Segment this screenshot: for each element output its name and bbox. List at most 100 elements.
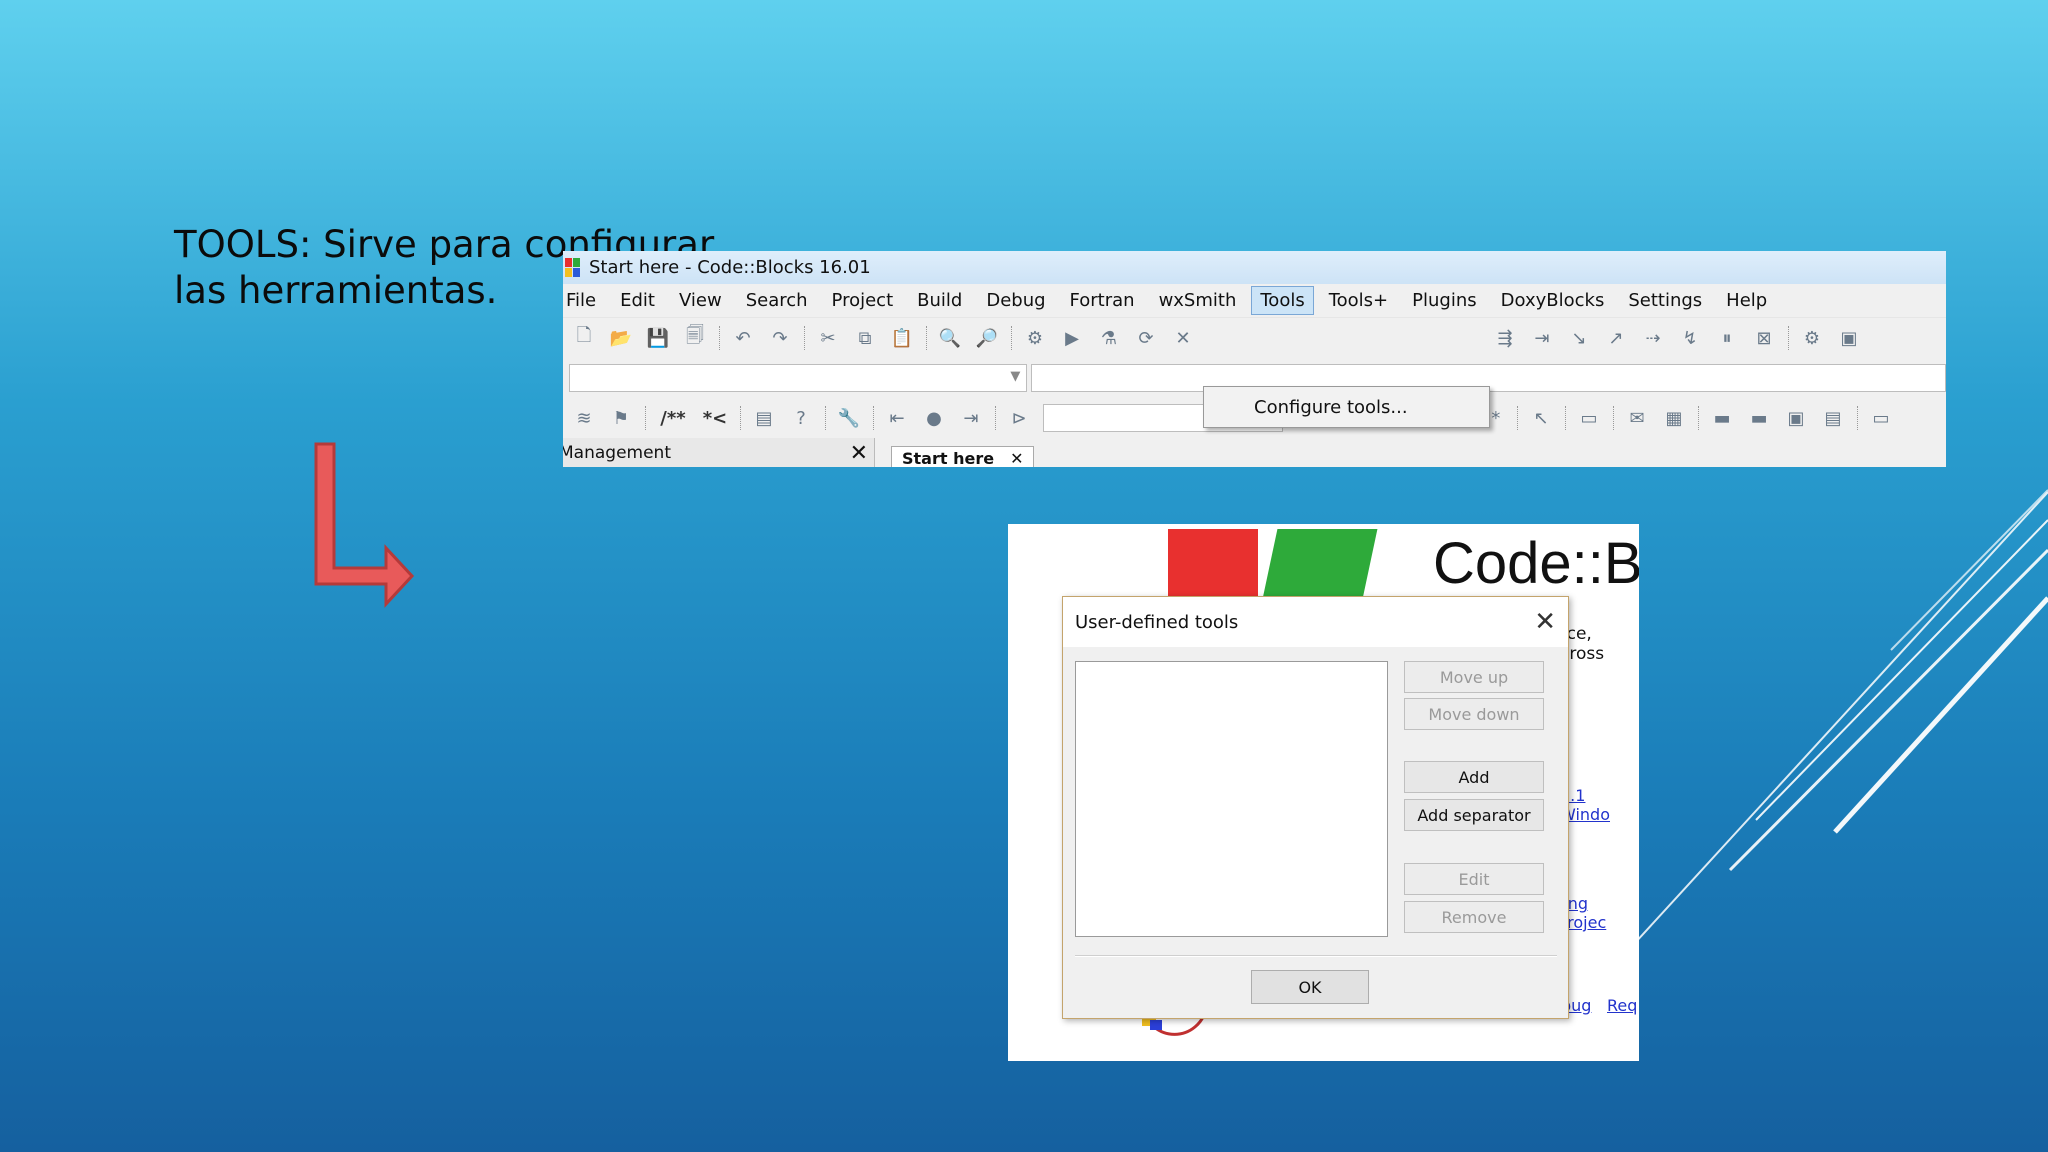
toolbar-separator bbox=[873, 406, 875, 430]
menu-settings[interactable]: Settings bbox=[1619, 286, 1711, 315]
wrench-icon[interactable]: 🔧 bbox=[836, 406, 862, 430]
tool-list[interactable] bbox=[1075, 661, 1388, 937]
toolbar-separator bbox=[1565, 406, 1567, 430]
user-defined-tools-screenshot: Code::B rce, cross 7.1 Windo ting projec… bbox=[1008, 524, 1639, 1061]
abort-icon[interactable]: ✕ bbox=[1170, 326, 1196, 350]
paste-icon[interactable]: 📋 bbox=[889, 326, 915, 350]
copy-icon[interactable]: ⧉ bbox=[852, 326, 878, 350]
doxy-line-comment-button[interactable]: *< bbox=[701, 406, 729, 430]
close-icon[interactable]: ✕ bbox=[1534, 609, 1556, 635]
dialog-titlebar: User-defined tools ✕ bbox=[1063, 597, 1568, 647]
debug-step-in-icon[interactable]: ↘ bbox=[1566, 326, 1592, 350]
menu-edit[interactable]: Edit bbox=[611, 286, 664, 315]
pointer-arrow-icon bbox=[314, 442, 415, 608]
menu-bar: File Edit View Search Project Build Debu… bbox=[563, 284, 1946, 318]
menu-build[interactable]: Build bbox=[908, 286, 971, 315]
menu-fortran[interactable]: Fortran bbox=[1061, 286, 1144, 315]
menu-file[interactable]: File bbox=[563, 286, 605, 315]
configure-tools-menu-item[interactable]: Configure tools... bbox=[1254, 397, 1408, 418]
window-titlebar: Start here - Code::Blocks 16.01 bbox=[563, 251, 1946, 284]
build-run-icon[interactable]: ⚗ bbox=[1096, 326, 1122, 350]
run-icon[interactable]: ▶ bbox=[1059, 326, 1085, 350]
menu-project[interactable]: Project bbox=[823, 286, 903, 315]
debug-info-icon[interactable]: ▣ bbox=[1836, 326, 1862, 350]
new-file-icon[interactable]: 🗋 bbox=[571, 325, 597, 350]
layout-icon-1[interactable]: ▬ bbox=[1709, 406, 1735, 430]
layout-icon-4[interactable]: ▤ bbox=[1820, 406, 1846, 430]
scope-combo[interactable]: ▼ bbox=[569, 364, 1028, 392]
debug-break-icon[interactable]: ↯ bbox=[1677, 326, 1703, 350]
start-page-link[interactable]: ting projec bbox=[1557, 894, 1639, 932]
debug-step-icon[interactable]: ⇶ bbox=[1492, 326, 1518, 350]
layout-icon-3[interactable]: ▣ bbox=[1783, 406, 1809, 430]
ok-button[interactable]: OK bbox=[1251, 970, 1369, 1004]
open-folder-icon[interactable]: 📂 bbox=[608, 326, 634, 350]
menu-tools[interactable]: Tools bbox=[1251, 286, 1314, 315]
menu-doxyblocks[interactable]: DoxyBlocks bbox=[1492, 286, 1614, 315]
start-page-link[interactable]: Req bbox=[1607, 996, 1637, 1015]
panel-icon[interactable]: ▭ bbox=[1576, 406, 1602, 430]
rebuild-icon[interactable]: ⟳ bbox=[1133, 326, 1159, 350]
layout-icon-2[interactable]: ▬ bbox=[1746, 406, 1772, 430]
start-page-link[interactable]: 7.1 Windo bbox=[1560, 786, 1639, 824]
close-icon[interactable]: ✕ bbox=[850, 441, 868, 466]
help-icon[interactable]: ? bbox=[788, 406, 814, 430]
move-up-button[interactable]: Move up bbox=[1404, 661, 1544, 693]
cut-icon[interactable]: ✂ bbox=[815, 326, 841, 350]
menu-tools-plus[interactable]: Tools+ bbox=[1320, 286, 1397, 315]
tab-start-here[interactable]: Start here ✕ bbox=[891, 446, 1035, 467]
save-icon[interactable]: 💾 bbox=[645, 326, 671, 350]
codeblocks-logo-red bbox=[1168, 529, 1258, 599]
menu-search[interactable]: Search bbox=[737, 286, 817, 315]
panel-headers: Management ✕ Start here ✕ bbox=[563, 438, 1946, 467]
chevron-down-icon: ▼ bbox=[1010, 369, 1021, 384]
stack-icon[interactable]: ≋ bbox=[571, 406, 597, 430]
toolbar-separator bbox=[1857, 406, 1859, 430]
jump-dot-icon[interactable]: ● bbox=[921, 406, 947, 430]
debug-next-icon[interactable]: ⇥ bbox=[1529, 326, 1555, 350]
codeblocks-window: Start here - Code::Blocks 16.01 File Edi… bbox=[563, 251, 1946, 467]
edit-button[interactable]: Edit bbox=[1404, 863, 1544, 895]
dialog-divider bbox=[1075, 955, 1557, 957]
undo-icon[interactable]: ↶ bbox=[730, 326, 756, 350]
toolbar-separator bbox=[645, 406, 647, 430]
add-button[interactable]: Add bbox=[1404, 761, 1544, 793]
replace-icon[interactable]: 🔎 bbox=[974, 326, 1000, 350]
debug-pause-icon[interactable]: ⏸ bbox=[1714, 326, 1740, 350]
doxy-block-comment-button[interactable]: /** bbox=[656, 406, 690, 430]
menu-view[interactable]: View bbox=[670, 286, 731, 315]
menu-plugins[interactable]: Plugins bbox=[1403, 286, 1485, 315]
menu-debug[interactable]: Debug bbox=[977, 286, 1054, 315]
codeblocks-app-icon bbox=[565, 257, 581, 278]
pointer-icon[interactable]: ↖ bbox=[1528, 406, 1554, 430]
form-icon[interactable]: ▦ bbox=[1661, 406, 1687, 430]
add-separator-button[interactable]: Add separator bbox=[1404, 799, 1544, 831]
debug-step-out-icon[interactable]: ↗ bbox=[1603, 326, 1629, 350]
main-toolbar: 🗋 📂 💾 🗐 ↶ ↷ ✂ ⧉ 📋 🔍 🔎 ⚙ ▶ ⚗ ⟳ ✕ ⇶ ⇥ ↘ ↗ … bbox=[563, 318, 1946, 428]
toolbar-separator bbox=[1011, 326, 1013, 350]
tools-dropdown-menu: Configure tools... bbox=[1203, 386, 1490, 428]
build-gear-icon[interactable]: ⚙ bbox=[1022, 326, 1048, 350]
debug-stop-icon[interactable]: ⊠ bbox=[1751, 326, 1777, 350]
bookmark-icon[interactable]: ⚑ bbox=[608, 406, 634, 430]
close-icon[interactable]: ✕ bbox=[1010, 449, 1023, 467]
jump-forward-icon[interactable]: ⇥ bbox=[958, 406, 984, 430]
menu-wxsmith[interactable]: wxSmith bbox=[1150, 286, 1246, 315]
remove-button[interactable]: Remove bbox=[1404, 901, 1544, 933]
save-all-icon[interactable]: 🗐 bbox=[682, 325, 708, 350]
mail-icon[interactable]: ✉ bbox=[1624, 406, 1650, 430]
toolbar-separator bbox=[1698, 406, 1700, 430]
toolbar-separator bbox=[1613, 406, 1615, 430]
move-down-button[interactable]: Move down bbox=[1404, 698, 1544, 730]
highlight-icon[interactable]: ⊳ bbox=[1006, 406, 1032, 430]
debug-windows-icon[interactable]: ⚙ bbox=[1799, 326, 1825, 350]
jump-back-icon[interactable]: ⇤ bbox=[884, 406, 910, 430]
doxywizard-icon[interactable]: ▤ bbox=[751, 406, 777, 430]
menu-help[interactable]: Help bbox=[1717, 286, 1776, 315]
find-icon[interactable]: 🔍 bbox=[937, 326, 963, 350]
redo-icon[interactable]: ↷ bbox=[767, 326, 793, 350]
codeblocks-logo-text: Code::B bbox=[1433, 531, 1639, 596]
layout-icon-5[interactable]: ▭ bbox=[1868, 406, 1894, 430]
user-defined-tools-dialog: User-defined tools ✕ Move up Move down A… bbox=[1062, 596, 1569, 1019]
debug-next-instr-icon[interactable]: ⇢ bbox=[1640, 326, 1666, 350]
